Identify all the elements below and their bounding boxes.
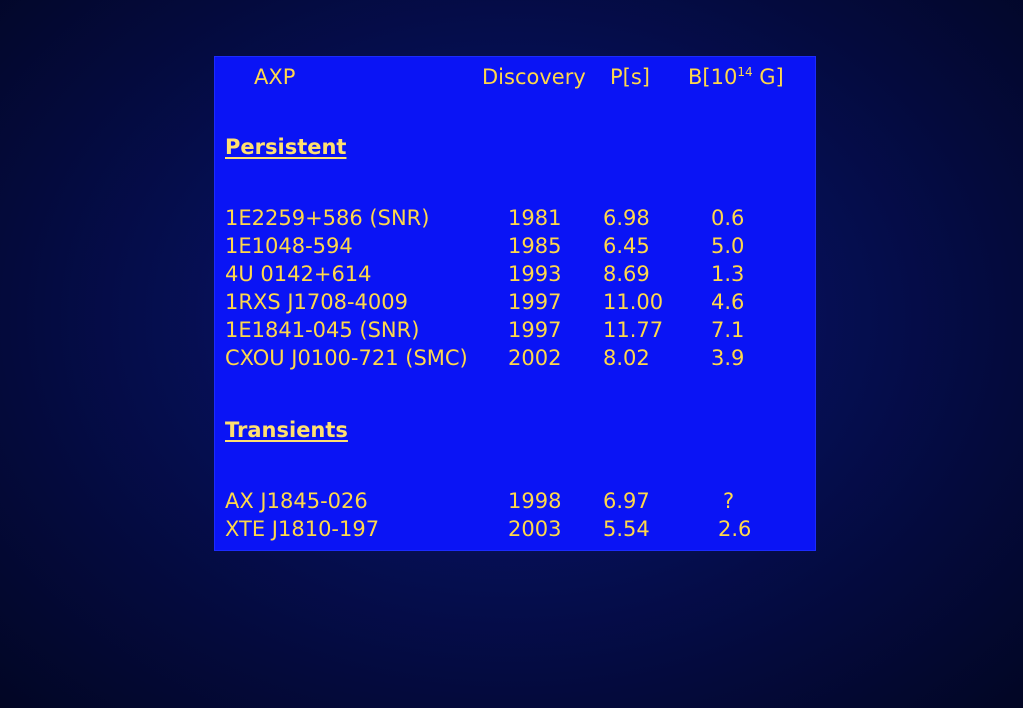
axp-period: 6.97 — [603, 489, 650, 513]
section-persistent: Persistent — [225, 135, 347, 159]
header-period: P[s] — [610, 65, 650, 89]
axp-discovery-year: 1981 — [508, 206, 562, 230]
header-axp: AXP — [254, 65, 296, 89]
axp-period: 8.02 — [603, 346, 650, 370]
axp-name: CXOU J0100-721 (SMC) — [225, 346, 468, 370]
axp-table-panel: AXP Discovery P[s] B[1014 G] Persistent … — [214, 56, 816, 551]
axp-field: 3.9 — [711, 346, 745, 370]
axp-name: 4U 0142+614 — [225, 262, 372, 286]
axp-discovery-year: 2003 — [508, 517, 562, 541]
axp-period: 11.00 — [603, 290, 664, 314]
axp-period: 6.98 — [603, 206, 650, 230]
header-discovery: Discovery — [482, 65, 586, 89]
header-field-prefix: B[10 — [688, 65, 738, 89]
axp-period: 11.77 — [603, 318, 664, 342]
axp-discovery-year: 1993 — [508, 262, 562, 286]
axp-field: 1.3 — [711, 262, 745, 286]
axp-discovery-year: 1998 — [508, 489, 562, 513]
axp-name: AX J1845-026 — [225, 489, 368, 513]
axp-period: 5.54 — [603, 517, 650, 541]
axp-field: 0.6 — [711, 206, 745, 230]
axp-discovery-year: 2002 — [508, 346, 562, 370]
section-transients: Transients — [225, 418, 348, 442]
header-field: B[1014 G] — [688, 65, 784, 89]
axp-field: 7.1 — [711, 318, 745, 342]
axp-period: 8.69 — [603, 262, 650, 286]
axp-discovery-year: 1997 — [508, 290, 562, 314]
axp-name: 1E1048-594 — [225, 234, 353, 258]
header-field-suffix: G] — [752, 65, 784, 89]
axp-field: 5.0 — [711, 234, 745, 258]
axp-field: 4.6 — [711, 290, 745, 314]
axp-name: XTE J1810-197 — [225, 517, 380, 541]
axp-field: ? — [723, 489, 735, 513]
axp-name: 1E2259+586 (SNR) — [225, 206, 430, 230]
axp-period: 6.45 — [603, 234, 650, 258]
axp-name: 1RXS J1708-4009 — [225, 290, 409, 314]
axp-discovery-year: 1985 — [508, 234, 562, 258]
axp-name: 1E1841-045 (SNR) — [225, 318, 420, 342]
axp-discovery-year: 1997 — [508, 318, 562, 342]
header-field-exponent: 14 — [737, 65, 753, 79]
axp-field: 2.6 — [718, 517, 752, 541]
